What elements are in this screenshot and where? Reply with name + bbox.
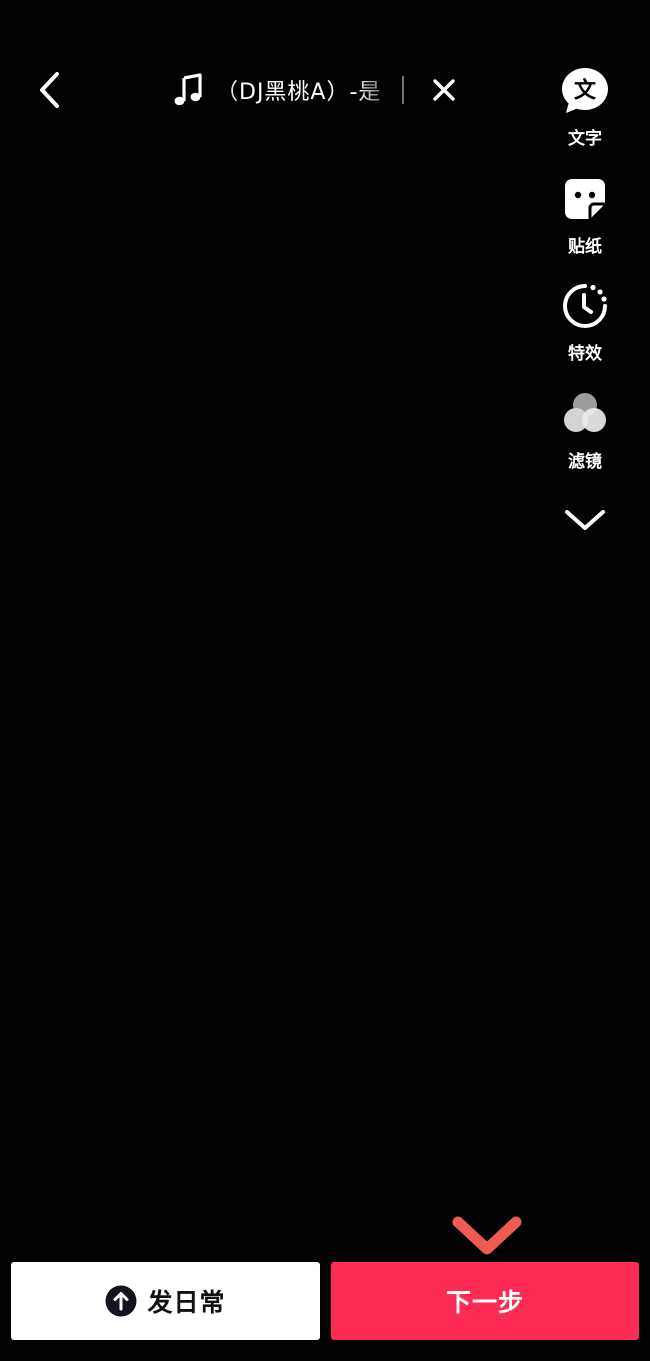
effects-tool-button[interactable]: 特效 [550, 281, 620, 364]
text-icon-glyph: 文 [574, 78, 597, 104]
sticker-tool-label: 贴纸 [568, 237, 602, 257]
effects-clock-icon [560, 281, 610, 331]
post-daily-label: 发日常 [147, 1288, 226, 1317]
effects-tool-label: 特效 [568, 344, 602, 364]
next-step-button[interactable]: 下一步 [331, 1262, 639, 1340]
chevron-down-icon [565, 510, 605, 530]
annotation-arrow-down [452, 985, 522, 1255]
filter-tool-label: 滤镜 [568, 452, 602, 472]
next-step-label: 下一步 [445, 1288, 524, 1317]
sticker-icon [560, 174, 610, 224]
sticker-tool-button[interactable]: 贴纸 [550, 174, 620, 257]
filter-tool-button[interactable]: 滤镜 [550, 389, 620, 472]
music-selector[interactable]: （DJ黑桃A）-是 [170, 66, 392, 114]
text-tool-button[interactable]: 文 文字 [550, 66, 620, 149]
text-bubble-icon: 文 [560, 66, 610, 116]
remove-music-button[interactable] [424, 70, 464, 110]
more-tools-button[interactable] [560, 500, 610, 540]
music-title: （DJ黑桃A）-是 [216, 80, 382, 105]
post-daily-button[interactable]: 发日常 [11, 1262, 320, 1340]
music-divider [402, 76, 404, 104]
close-icon [433, 79, 455, 101]
chevron-left-icon [40, 72, 59, 108]
filter-circles-icon [560, 389, 610, 439]
upload-arrow-icon [105, 1285, 137, 1317]
back-button[interactable] [26, 66, 74, 114]
music-note-icon [170, 72, 206, 108]
text-tool-label: 文字 [568, 129, 602, 149]
